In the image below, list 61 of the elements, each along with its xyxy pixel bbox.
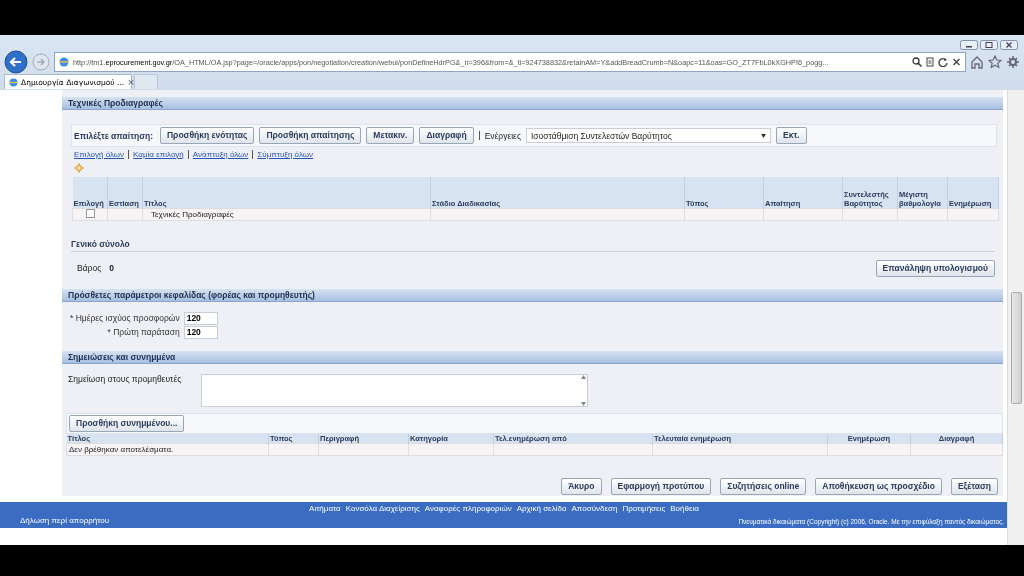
note-label: Σημείωση στους προμηθευτές [68,373,182,386]
page-button[interactable]: Συζητήσεις online [720,477,807,495]
weight-value: 0 [109,263,114,273]
actions-label: Ενέργειες [484,130,521,141]
page-button[interactable]: Άκυρο [561,477,602,495]
footer-link[interactable]: Προτιμήσεις [622,504,666,513]
recalculate-button[interactable]: Επανάληψη υπολογισμού [875,259,995,277]
address-field[interactable] [54,52,966,72]
days-field[interactable]: 120 [183,325,218,339]
caret-icon [761,133,766,138]
row-checkbox[interactable] [85,208,95,218]
scrollbar[interactable] [1007,90,1024,545]
toolbar-button[interactable]: Προσθήκη απαίτησης [259,127,362,144]
minimize-icon[interactable] [960,40,978,50]
privacy-link[interactable]: Δήλωση περί απορρήτου [0,516,310,528]
page-button[interactable]: Εφαρμογή προτύπου [610,477,712,495]
page-icon [59,57,69,67]
section-title: Πρόσθετες παράμετροι κεφαλίδας (φορέας και προμηθευτής) [68,289,315,300]
toolbar-label: Επιλέξτε απαίτηση: [74,130,153,141]
toolbar-button[interactable]: Μετακιν. [366,127,415,144]
refresh-icon[interactable] [938,57,948,67]
footer-link[interactable]: Αιτήματα [309,504,341,513]
footer-link[interactable]: Αρχική σελίδα [516,504,567,513]
section-title: Τεχνικές Προδιαγραφές [68,98,163,108]
go-button[interactable]: Εκτ. [776,127,807,144]
select-link[interactable]: Ανάπτυξη όλων [192,150,249,159]
toolbar-button[interactable]: Προσθήκη ενότητας [160,127,255,144]
scroll-up-icon[interactable] [580,374,586,379]
page-icon [9,77,18,87]
add-attachment-button[interactable]: Προσθήκη συνημμένου... [69,414,185,432]
select-link[interactable]: Καμία επιλογή [133,150,184,159]
select-link[interactable]: Επιλογή όλων [74,150,125,159]
select-link[interactable]: Σύμπτυξη όλων [257,150,314,159]
field-label: * Πρώτη παράταση [106,327,180,337]
field-label: * Ημέρες ισχύος προσφορών [70,313,180,323]
home-icon[interactable] [970,55,984,69]
section-title: Σημειώσεις και συνημμένα [68,351,176,362]
tab-close-button[interactable]: × [127,77,135,87]
maximize-icon[interactable] [980,40,998,50]
weight-label: Βάρος [77,263,102,273]
compatibility-icon[interactable] [926,57,934,67]
scroll-down-icon[interactable] [580,401,586,406]
footer-link[interactable]: Αναφορές πληροφοριών [424,504,512,513]
search-icon[interactable] [912,57,922,67]
page-button[interactable]: Εξέταση [950,477,998,495]
stop-icon[interactable] [952,57,961,67]
toolbar-button[interactable]: Διαγραφή [419,127,474,144]
page-button[interactable]: Αποθήκευση ως προσχέδιο [815,477,942,495]
footer-link[interactable]: Κονσόλα Διαχείρισης [345,504,420,513]
close-icon[interactable] [1000,40,1018,50]
back-icon[interactable] [4,50,28,74]
favorites-icon[interactable] [988,55,1002,69]
actions-dropdown[interactable]: Ισοστάθμιση Συντελεστών Βαρύτητος [526,128,771,143]
days-field[interactable]: 120 [183,311,218,325]
empty-message: Δεν βρέθηκαν αποτελέσματα. [66,443,269,455]
footer-link[interactable]: Βοήθεια [670,504,699,513]
settings-icon[interactable] [1006,55,1020,69]
subsection-title: Γενικό σύνολο [71,238,995,252]
table-cell: Τεχνικές Προδιαγραφές [142,208,431,220]
note-field[interactable] [201,373,589,407]
footer-link[interactable]: Αποσύνδεση [571,504,618,513]
